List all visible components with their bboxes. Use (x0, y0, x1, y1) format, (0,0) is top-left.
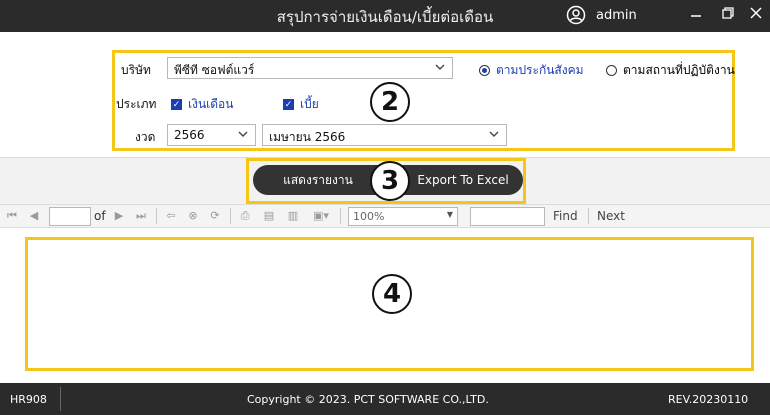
radio-social-label: ตามประกันสังคม (496, 63, 584, 77)
refresh-icon[interactable]: ⟳ (208, 209, 222, 223)
status-separator (60, 387, 61, 411)
company-select-value: พีซีที ซอฟต์แวร์ (174, 63, 255, 77)
period-label: งวด (135, 130, 156, 144)
checkbox-allowance[interactable]: ✓ เบี้ย (283, 95, 319, 114)
minimize-icon[interactable] (686, 6, 706, 26)
type-label: ประเภท (116, 97, 157, 111)
export-menu-icon[interactable]: ▣▾ (308, 209, 334, 223)
user-menu[interactable]: admin (566, 5, 637, 25)
last-page-icon[interactable]: ⏭ (134, 209, 148, 223)
chevron-down-icon (489, 131, 499, 137)
radio-social-security[interactable]: ตามประกันสังคม (479, 61, 584, 80)
month-select-value: เมษายน 2566 (269, 130, 346, 144)
callout-2: 2 (370, 82, 410, 122)
status-code: HR908 (10, 393, 47, 406)
close-icon[interactable] (746, 6, 766, 26)
back-icon[interactable]: ⇦ (164, 209, 178, 223)
callout-4: 4 (372, 274, 412, 314)
user-circle-icon (566, 5, 586, 25)
toolbar-separator (230, 208, 231, 224)
report-viewer: 4 (0, 228, 770, 381)
radio-workplace-label: ตามสถานที่ปฏิบัติงาน (623, 63, 735, 77)
company-label: บริษัท (121, 63, 151, 77)
chevron-down-icon: ▼ (446, 210, 453, 219)
maximize-icon[interactable] (718, 6, 738, 26)
next-page-icon[interactable]: ▶ (112, 209, 126, 223)
callout-3: 3 (370, 161, 410, 201)
zoom-value: 100% (353, 210, 385, 223)
filter-panel: บริษัท พีซีที ซอฟต์แวร์ ตามประกันสังคม ต… (0, 32, 770, 158)
toolbar-separator (156, 208, 157, 224)
report-toolbar: ⏮ ◀ of ▶ ⏭ ⇦ ⊗ ⟳ ⎙ ▤ ▥ ▣▾ 100% ▼ Find Ne… (0, 204, 770, 228)
page-number-input[interactable] (49, 207, 91, 226)
page-of-label: of (94, 209, 106, 223)
toolbar-separator (588, 208, 589, 224)
stop-icon[interactable]: ⊗ (186, 209, 200, 223)
company-select[interactable]: พีซีที ซอฟต์แวร์ (167, 57, 453, 79)
find-text-input[interactable] (470, 207, 545, 226)
radio-empty-icon (606, 65, 617, 76)
print-icon[interactable]: ⎙ (238, 209, 252, 223)
checkbox-allowance-label: เบี้ย (300, 97, 319, 111)
year-select-value: 2566 (174, 128, 205, 142)
action-bar: แสดงรายงาน Export To Excel 3 (0, 158, 770, 204)
revision-text: REV.20230110 (668, 393, 749, 406)
previous-page-icon[interactable]: ◀ (27, 209, 41, 223)
status-bar: HR908 Copyright © 2023. PCT SOFTWARE CO.… (0, 383, 770, 415)
checkbox-salary-label: เงินเดือน (188, 97, 234, 111)
zoom-select[interactable]: 100% ▼ (348, 207, 458, 226)
chevron-down-icon (238, 131, 248, 137)
find-link[interactable]: Find (553, 209, 578, 223)
month-select[interactable]: เมษายน 2566 (262, 124, 507, 146)
toolbar-separator (340, 208, 341, 224)
first-page-icon[interactable]: ⏮ (5, 209, 19, 223)
checkbox-checked-icon: ✓ (171, 99, 182, 110)
user-name: admin (596, 7, 637, 23)
page-setup-icon[interactable]: ▥ (286, 209, 300, 223)
checkbox-checked-icon: ✓ (283, 99, 294, 110)
window-title: สรุปการจ่ายเงินเดือน/เบี้ยต่อเดือน (276, 8, 494, 26)
show-report-button[interactable]: แสดงรายงาน (253, 165, 383, 195)
title-bar: สรุปการจ่ายเงินเดือน/เบี้ยต่อเดือน admin (0, 0, 770, 32)
print-layout-icon[interactable]: ▤ (262, 209, 276, 223)
radio-workplace[interactable]: ตามสถานที่ปฏิบัติงาน (606, 61, 735, 80)
next-link[interactable]: Next (597, 209, 625, 223)
copyright-text: Copyright © 2023. PCT SOFTWARE CO.,LTD. (247, 393, 489, 406)
radio-selected-icon (479, 65, 490, 76)
year-select[interactable]: 2566 (167, 124, 256, 146)
checkbox-salary[interactable]: ✓ เงินเดือน (171, 95, 233, 114)
chevron-down-icon (435, 64, 445, 70)
